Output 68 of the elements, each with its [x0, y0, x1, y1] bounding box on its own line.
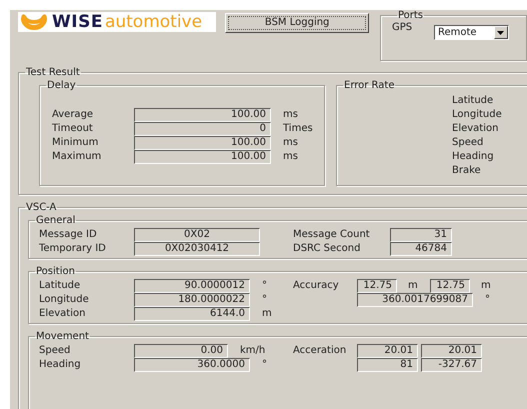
readout-field: 31 [390, 228, 452, 242]
field-label: Elevation [39, 308, 86, 320]
readout-field: 100.00 [134, 150, 271, 164]
field-label: Longitude [39, 294, 90, 306]
field-label: Message ID [39, 229, 98, 241]
readout-field: 0.00 [134, 344, 228, 358]
field-label: Maximum [52, 151, 102, 163]
readout-field: 20.01 [421, 344, 482, 358]
gps-dropdown[interactable]: Remote [434, 25, 509, 40]
group-title: Ports [396, 10, 424, 21]
logo-icon [20, 13, 48, 31]
readout-field: 12.75 [430, 279, 470, 293]
field-label: Latitude [39, 280, 82, 292]
unit-label: ° [262, 294, 267, 306]
field-label: Heading [39, 359, 82, 371]
group-title: VSC-A [25, 202, 58, 213]
readout-field: 180.0000022 [134, 293, 250, 307]
readout-field: 0X02 [134, 228, 260, 242]
readout-field: 360.0017699087 [357, 293, 473, 307]
readout-field: -327.67 [421, 358, 482, 372]
logging-button[interactable]: BSM Logging [225, 13, 369, 33]
unit-label: m [408, 280, 419, 292]
field-label: DSRC Second [293, 243, 362, 255]
unit-label: ms [283, 137, 298, 149]
logo-text: WISE [52, 13, 103, 31]
error-rate-label: Speed [452, 136, 484, 150]
unit-label: m [262, 308, 272, 320]
readout-field: 12.75 [357, 279, 397, 293]
readout-field: 46784 [390, 242, 452, 256]
caret-icon [497, 30, 504, 34]
field-label: Message Count [293, 229, 371, 241]
readout-field: 90.0000012 [134, 279, 250, 293]
unit-label: ° [485, 294, 490, 306]
field-label: Average [52, 109, 94, 121]
readout-field: 100.00 [134, 136, 271, 150]
group-title: Error Rate [343, 80, 396, 91]
unit-label: Times [283, 123, 313, 135]
group-title: Position [35, 266, 76, 277]
readout-field: 20.01 [357, 344, 418, 358]
readout-field: 0 [134, 122, 271, 136]
field-label: Speed [39, 345, 72, 357]
readout-field: 100.00 [134, 108, 271, 122]
error-rate-label: Heading [452, 150, 495, 164]
unit-label: km/h [240, 345, 266, 357]
group-title: Delay [46, 80, 77, 91]
readout-field: 360.0000 [134, 358, 250, 372]
field-label: Acceration [293, 345, 348, 357]
readout-field: 0X02030412 [134, 242, 260, 256]
readout-field: 81 [357, 358, 418, 372]
logo-tagline: automotive [104, 13, 202, 31]
error-rate-label: Longitude [452, 108, 503, 122]
unit-label: m [481, 280, 492, 292]
group-title: Movement [35, 331, 90, 342]
error-rate-label: Brake [452, 164, 482, 178]
error-rate-label: Latitude [452, 94, 494, 108]
error-rate-label: Elevation [452, 122, 500, 136]
field-label: Accuracy [293, 280, 340, 292]
field-label: Temporary ID [39, 243, 107, 255]
field-label: Timeout [52, 123, 94, 135]
group-title: General [35, 215, 76, 226]
unit-label: ms [283, 151, 298, 163]
unit-label: ° [262, 280, 267, 292]
readout-field: 6144.0 [134, 307, 250, 321]
field-label: Minimum [52, 137, 100, 149]
group-title: Test Result [25, 67, 81, 78]
field-label: GPS [392, 22, 414, 34]
unit-label: ms [283, 109, 298, 121]
unit-label: ° [262, 359, 267, 371]
